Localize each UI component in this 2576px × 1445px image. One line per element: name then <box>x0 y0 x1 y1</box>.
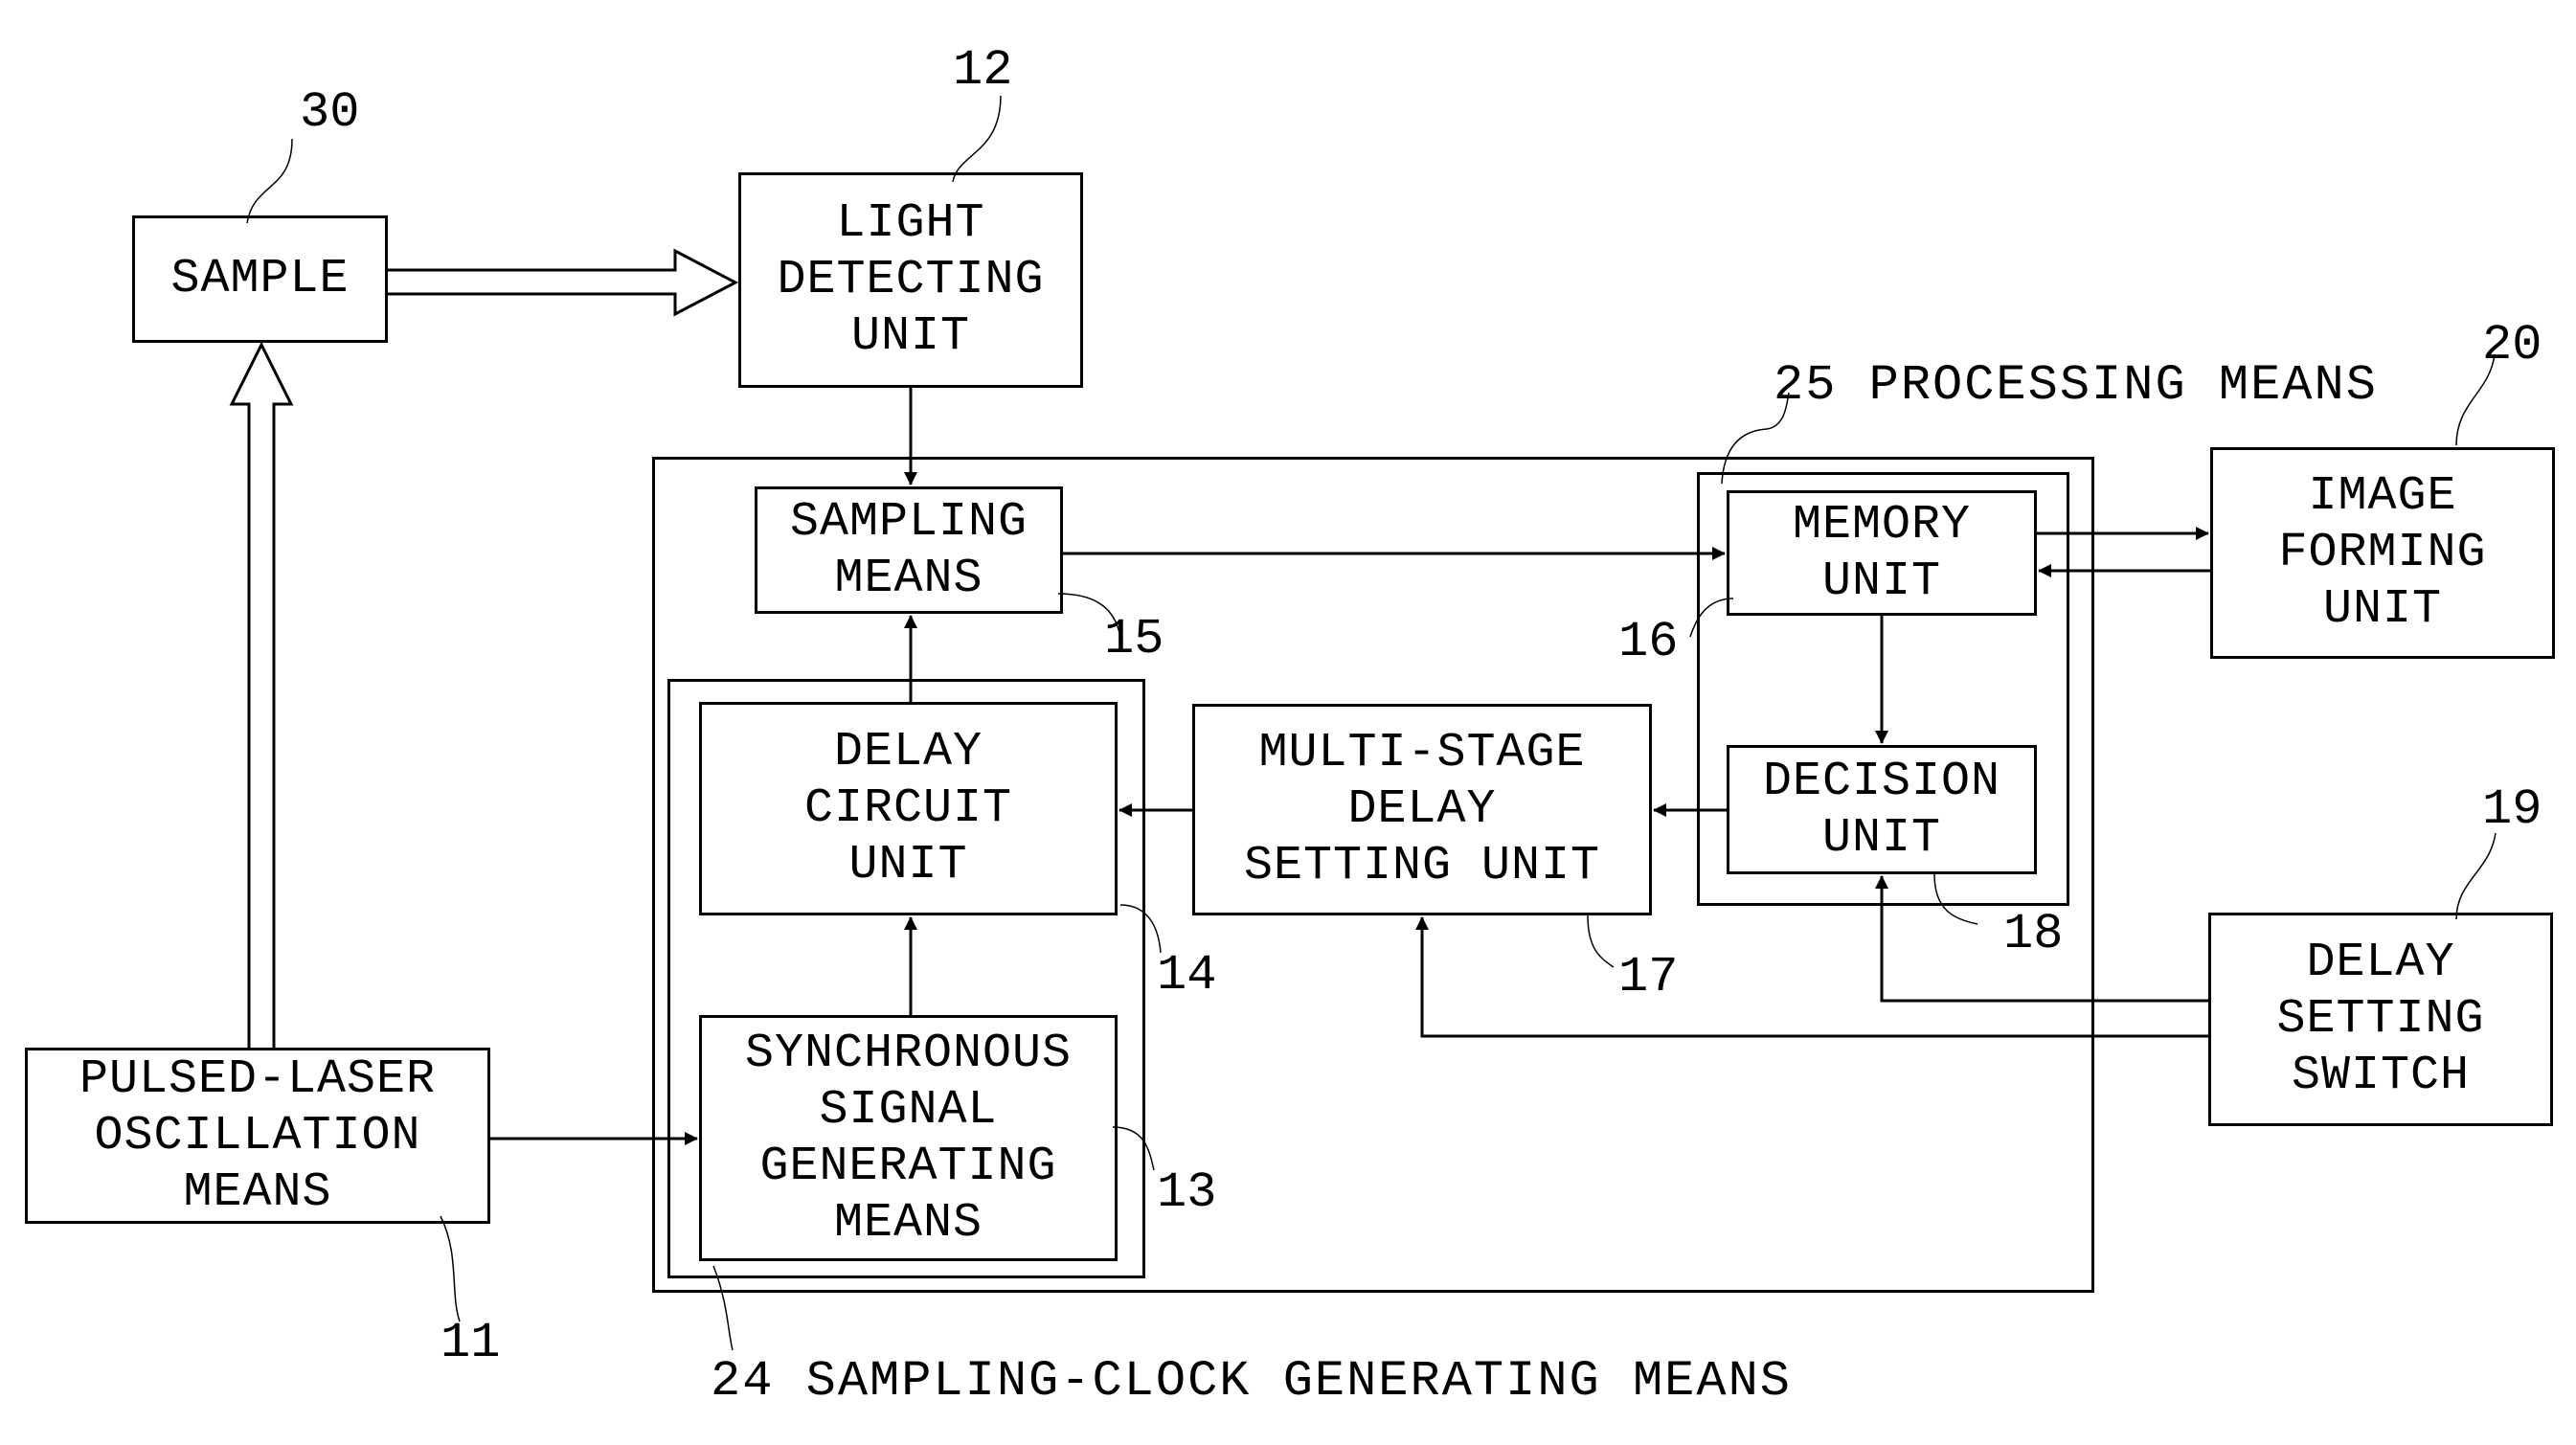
pulsed-laser-oscillation-means-block[interactable]: PULSED-LASER OSCILLATION MEANS <box>25 1048 490 1224</box>
block-label: GENERATING <box>759 1139 1057 1194</box>
delay-setting-switch-block[interactable]: DELAY SETTING SWITCH <box>2208 913 2553 1126</box>
optical-arrow-laser-to-sample <box>229 341 294 1048</box>
block-label: MULTI-STAGE <box>1258 726 1586 780</box>
block-label: SAMPLE <box>170 252 350 306</box>
ref-numeral-sample: 30 <box>300 84 360 141</box>
ref-numeral-delay-setting-switch: 19 <box>2482 781 2542 838</box>
multi-stage-delay-setting-unit-block[interactable]: MULTI-STAGE DELAY SETTING UNIT <box>1192 704 1652 915</box>
block-label: SAMPLING <box>789 494 1028 550</box>
block-label: SIGNAL <box>819 1082 998 1138</box>
block-label: UNIT <box>850 309 971 364</box>
block-label: LIGHT <box>836 196 985 251</box>
ref-numeral-decision-unit: 18 <box>2003 906 2064 962</box>
block-label: DECISION <box>1762 754 2001 809</box>
memory-unit-block[interactable]: MEMORY UNIT <box>1727 490 2037 616</box>
block-label: MEMORY <box>1792 497 1972 553</box>
block-label: MEANS <box>834 551 983 606</box>
ref-numeral-light-detecting-unit: 12 <box>953 42 1013 99</box>
image-forming-unit-block[interactable]: IMAGE FORMING UNIT <box>2210 447 2555 659</box>
ref-numeral-memory-unit: 16 <box>1618 614 1679 670</box>
block-label: UNIT <box>848 838 968 892</box>
block-label: DELAY <box>2306 936 2455 990</box>
delay-circuit-unit-block[interactable]: DELAY CIRCUIT UNIT <box>699 702 1118 915</box>
ref-numeral-synchronous-signal-generating-means: 13 <box>1157 1164 1217 1221</box>
block-label: MEANS <box>833 1195 983 1251</box>
block-label: DELAY <box>1347 782 1497 837</box>
block-label: UNIT <box>1821 810 1942 866</box>
block-label: MEANS <box>183 1164 332 1220</box>
ref-numeral-multi-stage-delay-setting-unit: 17 <box>1618 949 1679 1005</box>
optical-arrow-sample-to-detector <box>388 248 739 317</box>
ref-numeral-image-forming-unit: 20 <box>2482 317 2542 373</box>
block-label: SWITCH <box>2291 1049 2471 1103</box>
ref-numeral-delay-circuit-unit: 14 <box>1157 947 1217 1004</box>
ref-numeral-sampling-means: 15 <box>1104 611 1164 667</box>
decision-unit-block[interactable]: DECISION UNIT <box>1727 745 2037 874</box>
block-label: OSCILLATION <box>94 1108 421 1163</box>
block-label: DETECTING <box>777 253 1045 307</box>
light-detecting-unit-block[interactable]: LIGHT DETECTING UNIT <box>738 172 1083 388</box>
sampling-clock-generating-means-caption: 24 SAMPLING-CLOCK GENERATING MEANS <box>711 1353 1792 1410</box>
block-label: CIRCUIT <box>803 781 1013 836</box>
sampling-means-block[interactable]: SAMPLING MEANS <box>755 486 1063 614</box>
block-label: UNIT <box>2322 582 2443 637</box>
processing-means-caption: 25 PROCESSING MEANS <box>1774 357 2378 414</box>
block-label: IMAGE <box>2308 469 2457 524</box>
block-label: UNIT <box>1821 553 1942 609</box>
ref-numeral-pulsed-laser-oscillation-means: 11 <box>441 1315 501 1371</box>
block-label: FORMING <box>2278 526 2487 580</box>
block-label: DELAY <box>833 725 983 779</box>
sample-block[interactable]: SAMPLE <box>132 215 388 343</box>
synchronous-signal-generating-means-block[interactable]: SYNCHRONOUS SIGNAL GENERATING MEANS <box>699 1015 1118 1261</box>
block-label: SETTING UNIT <box>1243 839 1601 893</box>
block-label: SYNCHRONOUS <box>744 1026 1073 1081</box>
block-label: SETTING <box>2276 992 2485 1047</box>
block-label: PULSED-LASER <box>79 1051 437 1107</box>
